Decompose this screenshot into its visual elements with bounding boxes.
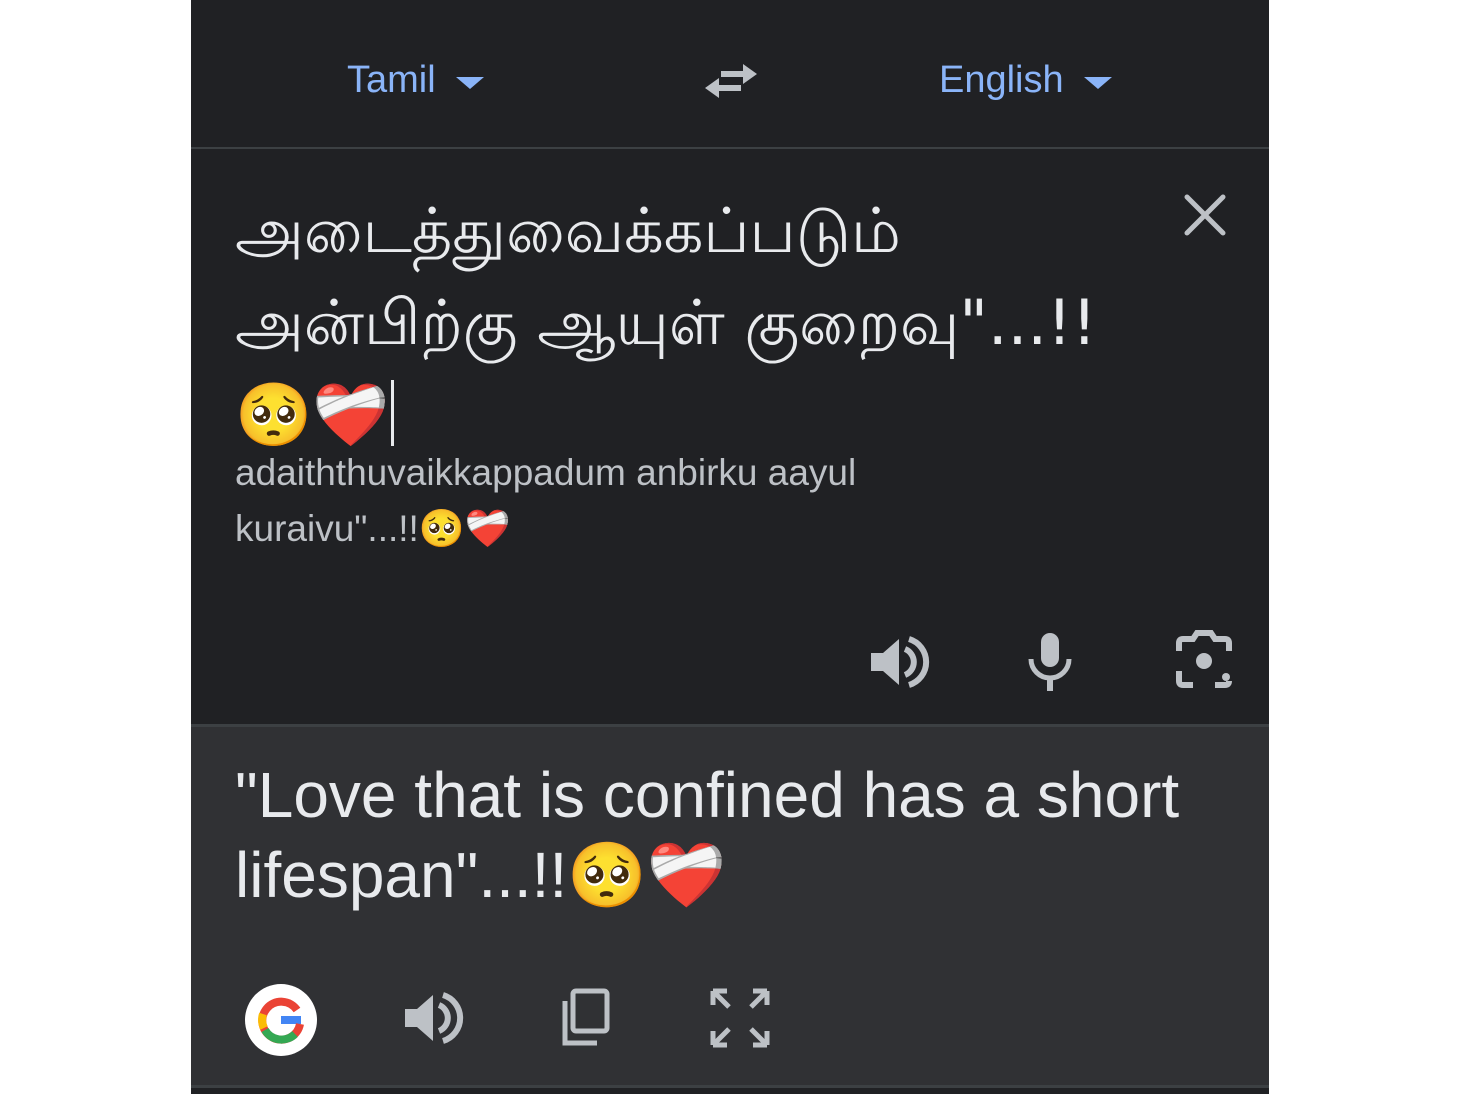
transliteration-text: adaiththuvaikkappadum anbirku aayul kura… <box>235 452 857 549</box>
swap-arrows-icon[interactable] <box>701 58 761 104</box>
language-bar: Tamil English <box>191 0 1269 149</box>
source-panel: அடைத்துவைக்கப்படும் அன்பிற்கு ஆயுள் குறை… <box>191 149 1269 727</box>
translate-app: Tamil English அடைத்துவைக்கப்படும் அன்பிற… <box>191 0 1269 1094</box>
speaker-icon[interactable] <box>865 629 931 695</box>
google-g-icon <box>258 997 304 1044</box>
target-language-label: English <box>939 58 1064 101</box>
source-text: அடைத்துவைக்கப்படும் அன்பிற்கு ஆயுள் குறை… <box>235 194 1097 451</box>
divider <box>191 1085 1269 1088</box>
microphone-icon[interactable] <box>1017 629 1083 695</box>
close-icon[interactable] <box>1183 193 1227 237</box>
speaker-icon[interactable] <box>399 985 465 1051</box>
copy-icon[interactable] <box>553 985 619 1051</box>
dropdown-arrow-icon <box>1083 77 1112 89</box>
source-language-label: Tamil <box>347 58 436 101</box>
result-panel: "Love that is confined has a short lifes… <box>191 727 1269 1085</box>
source-language-selector[interactable]: Tamil <box>347 52 484 108</box>
text-cursor <box>391 380 395 446</box>
dropdown-arrow-icon <box>455 77 484 89</box>
camera-icon[interactable] <box>1171 629 1237 695</box>
source-input[interactable]: அடைத்துவைக்கப்படும் அன்பிற்கு ஆயுள் குறை… <box>235 185 1135 461</box>
google-logo[interactable] <box>245 984 317 1056</box>
fullscreen-icon[interactable] <box>707 985 773 1051</box>
target-language-selector[interactable]: English <box>939 52 1112 108</box>
translation-text: "Love that is confined has a short lifes… <box>235 759 1180 911</box>
